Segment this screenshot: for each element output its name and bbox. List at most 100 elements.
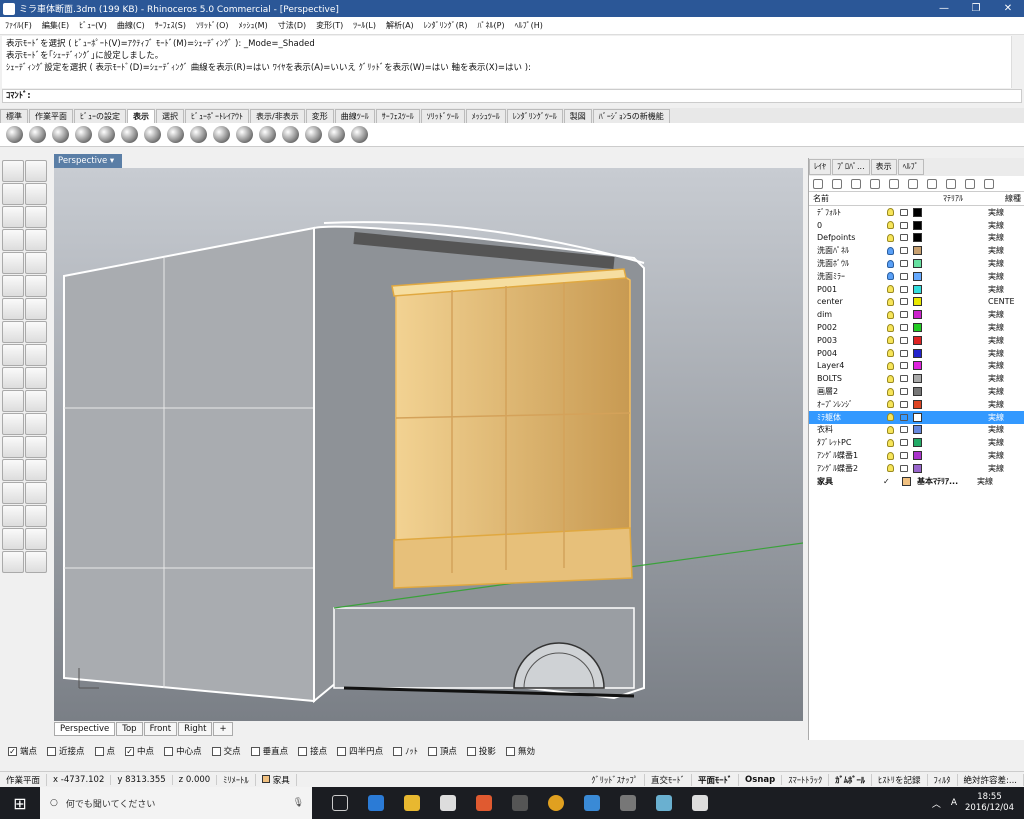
toolbar-tab[interactable]: 変形 [305,109,334,123]
osnap-checkbox[interactable] [337,746,347,756]
osnap-checkbox[interactable] [393,746,403,756]
toolbar-tab[interactable]: 選択 [156,109,184,123]
toolbar-tab[interactable]: 標準 [0,109,28,123]
layer-state-icon[interactable] [946,178,956,189]
visibility-bulb-icon[interactable] [887,233,894,242]
toolbar-tab[interactable]: ｻｰﾌｪｽﾂｰﾙ [375,109,420,123]
search-box[interactable]: ○ 何でも聞いてください 🎙 [40,787,312,819]
osnap-checkbox[interactable] [47,746,57,756]
menu-item[interactable]: ｻｰﾌｪｽ(S) [150,20,191,31]
move-up-icon[interactable] [870,178,880,189]
osnap-12[interactable]: 無効 [505,745,535,757]
lock-icon[interactable] [900,208,908,216]
lock-icon[interactable] [900,298,908,306]
media-icon[interactable] [476,795,492,811]
toolbar-tab[interactable]: 曲線ﾂｰﾙ [334,109,375,123]
microphone-icon[interactable]: 🎙 [293,798,304,808]
lock-icon[interactable] [900,272,908,280]
shaded-sphere-icon[interactable] [29,126,46,143]
viewport-tab[interactable]: Perspective [54,722,116,736]
visibility-bulb-icon[interactable] [887,297,894,306]
tool-icon[interactable] [25,459,47,481]
lock-icon[interactable] [900,413,908,421]
lock-icon[interactable] [900,311,908,319]
layer-row[interactable]: center CENTE [809,296,1024,309]
app-icon[interactable] [512,795,528,811]
visibility-bulb-icon[interactable] [887,285,894,294]
visibility-bulb-icon[interactable] [887,374,894,383]
menu-item[interactable]: 寸法(D) [273,20,311,31]
layer-linetype[interactable]: 実線 [984,258,1004,269]
osnap-5[interactable]: 交点 [211,745,241,757]
layer-linetype[interactable]: 実線 [984,348,1004,359]
viewport-tab[interactable]: Right [178,722,213,736]
osnap-checkbox[interactable] [94,746,104,756]
target-icon[interactable] [259,126,276,143]
windows-start-icon[interactable]: ⊞ [0,787,40,819]
visibility-bulb-icon[interactable] [887,272,894,281]
visibility-bulb-icon[interactable] [887,387,894,396]
lock-icon[interactable] [900,426,908,434]
layer-color-swatch[interactable] [913,207,922,217]
layer-row[interactable]: ｵｰﾌﾟﾝﾚﾝｼﾞ 実線 [809,398,1024,411]
toolbar-tab[interactable]: 製図 [563,109,592,123]
layer-color-swatch[interactable] [902,476,911,486]
visibility-bulb-icon[interactable] [887,438,894,447]
viewport-title[interactable]: Perspective ▾ [54,154,122,168]
tool-icon[interactable] [2,505,24,527]
layer-linetype[interactable]: 実線 [984,360,1004,371]
layer-color-swatch[interactable] [913,438,922,448]
tool-icon[interactable] [2,436,24,458]
tray-chevron-icon[interactable]: ︿ [932,797,941,810]
panel-tab[interactable]: ﾍﾙﾌﾟ [897,159,924,175]
edge-icon[interactable] [368,795,384,811]
calculator-icon[interactable] [620,795,636,811]
visibility-bulb-icon[interactable] [887,259,894,268]
tool-icon[interactable] [2,298,24,320]
layer-row[interactable]: dim 実線 [809,308,1024,321]
layer-color-swatch[interactable] [913,335,922,345]
layer-row[interactable]: Layer4 実線 [809,360,1024,373]
lock-icon[interactable] [900,439,908,447]
menu-item[interactable]: ﾚﾝﾀﾞﾘﾝｸﾞ(R) [419,20,473,31]
visibility-bulb-icon[interactable] [887,425,894,434]
visibility-bulb-icon[interactable] [887,361,894,370]
layer-row[interactable]: Defpoints 実線 [809,232,1024,245]
layer-color-swatch[interactable] [913,323,922,333]
osnap-checkbox[interactable] [250,746,260,756]
toolbar-tab[interactable]: ﾊﾞｰｼﾞｮﾝ5の新機能 [592,109,670,123]
tool-icon[interactable] [25,482,47,504]
menu-item[interactable]: ﾊﾟﾈﾙ(P) [473,20,510,31]
layer-row[interactable]: P002 実線 [809,321,1024,334]
layer-color-swatch[interactable] [913,361,922,371]
lock-icon[interactable] [900,349,908,357]
layer-row[interactable]: 洗面ﾎﾞｳﾙ 実線 [809,257,1024,270]
osnap-3[interactable]: ✓ 中点 [125,745,154,757]
layer-linetype[interactable]: 実線 [984,322,1004,333]
osnap-2[interactable]: 点 [94,745,115,757]
toolbar-tab[interactable]: 作業平面 [29,109,73,123]
store-icon[interactable] [440,795,456,811]
layer-row[interactable]: ﾐﾗ躯体 実線 [809,410,1024,424]
tool-icon[interactable] [25,551,47,573]
camera-icon[interactable] [282,126,299,143]
menu-item[interactable]: 解析(A) [381,20,419,31]
lock-icon[interactable] [900,285,908,293]
lock-icon[interactable] [900,452,908,460]
toolbar-tab[interactable]: ｿﾘｯﾄﾞﾂｰﾙ [420,109,465,123]
bird-icon[interactable] [584,795,600,811]
artistic-sphere-icon[interactable] [144,126,161,143]
chrome-icon[interactable] [548,795,564,811]
tool-icon[interactable] [2,413,24,435]
move-parent-icon[interactable] [908,178,918,189]
menu-item[interactable]: ﾍﾙﾌﾟ(H) [510,20,548,31]
panel-tab[interactable]: 表示 [870,159,897,175]
layer-color-swatch[interactable] [913,259,922,269]
help-icon[interactable] [984,178,994,189]
layer-color-swatch[interactable] [913,310,922,320]
layer-color-swatch[interactable] [913,284,922,294]
layer-color-swatch[interactable] [913,412,922,422]
tool-icon[interactable] [2,183,24,205]
history-toggle[interactable]: ﾋｽﾄﾘを記録 [872,773,928,786]
osnap-checkbox[interactable] [298,746,308,756]
